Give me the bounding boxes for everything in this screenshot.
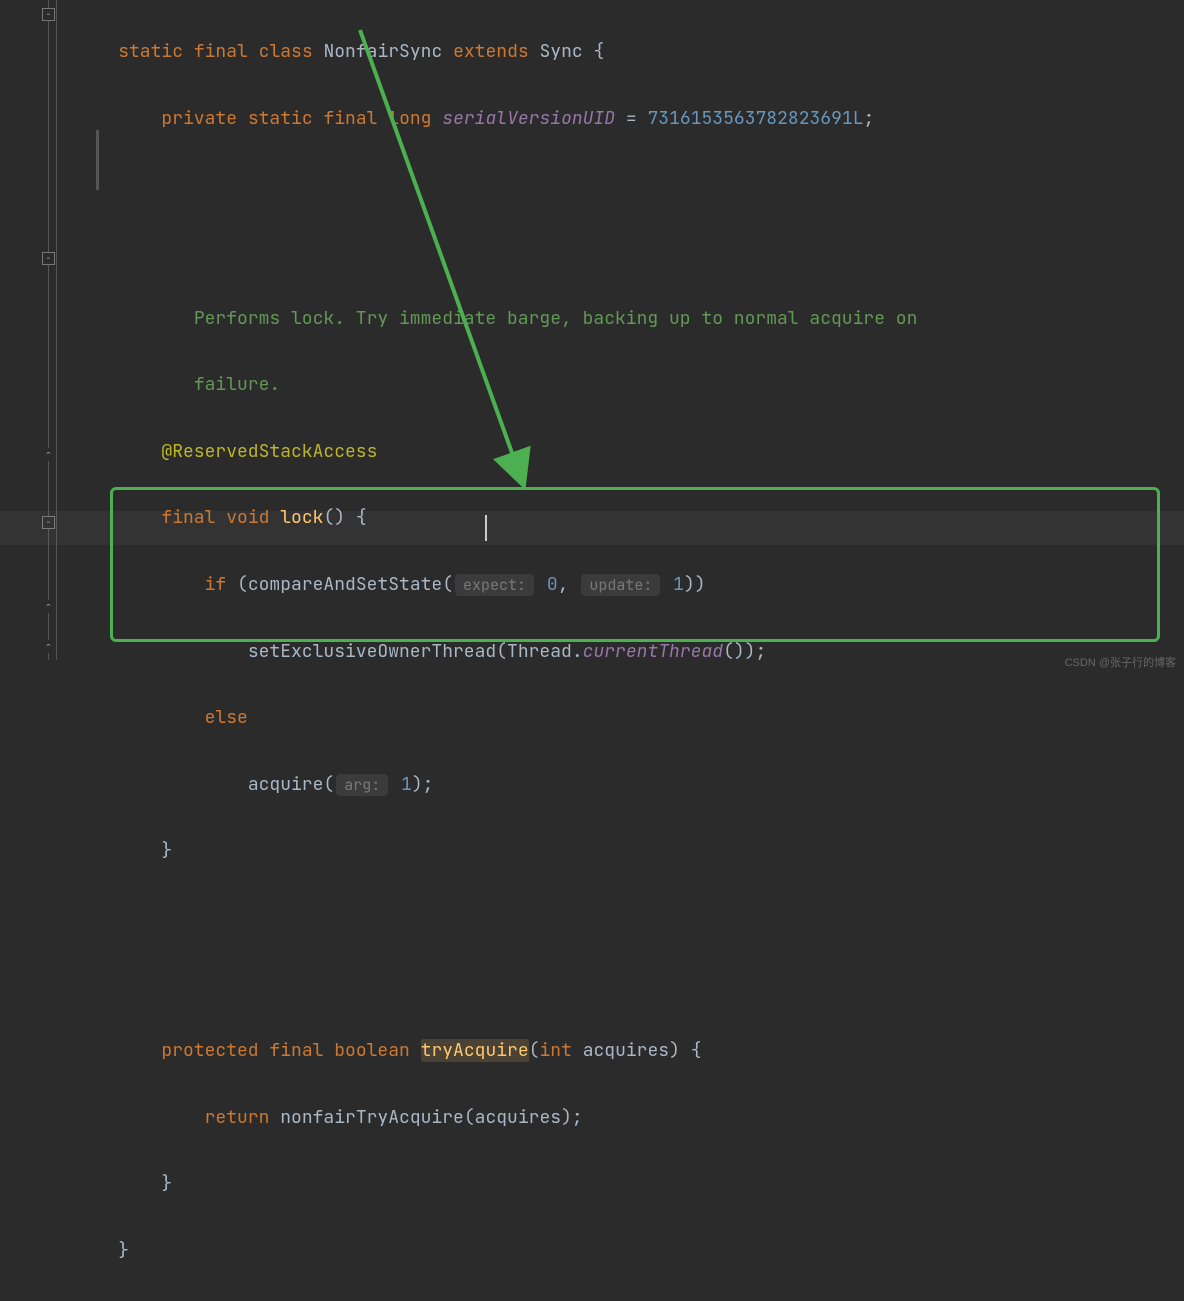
code-line: final void lock() {	[75, 501, 928, 534]
code-line: }	[75, 834, 928, 867]
blank-line	[75, 968, 928, 1001]
code-line: }	[75, 1234, 928, 1267]
code-line: }	[75, 1167, 928, 1200]
watermark: CSDN @张子行的博客	[1065, 653, 1176, 673]
code-line: private static final long serialVersionU…	[75, 102, 928, 135]
code-line: if (compareAndSetState(expect: 0, update…	[75, 568, 928, 601]
blank-line	[75, 235, 928, 268]
method-highlight: tryAcquire	[421, 1039, 529, 1062]
blank-line	[75, 901, 928, 934]
code-area[interactable]: static final class NonfairSync extends S…	[75, 2, 928, 1301]
fold-icon[interactable]: ⌃	[42, 448, 55, 461]
fold-icon[interactable]: −	[42, 252, 55, 265]
gutter-line-2	[56, 0, 57, 660]
doc-gutter-bar	[96, 130, 99, 190]
param-hint: arg:	[336, 774, 388, 796]
gutter-line	[48, 0, 49, 660]
code-line: else	[75, 701, 928, 734]
fold-icon[interactable]: ⌃	[42, 600, 55, 613]
fold-icon[interactable]: ⌃	[42, 640, 55, 653]
doc-comment: Performs lock. Try immediate barge, back…	[75, 302, 928, 335]
doc-comment: failure.	[75, 368, 928, 401]
blank-line	[75, 168, 928, 201]
code-line: static final class NonfairSync extends S…	[75, 35, 928, 68]
param-hint: update:	[581, 574, 660, 596]
editor-gutter: − − ⌃ − ⌃ ⌃	[0, 0, 70, 677]
fold-icon[interactable]: −	[42, 8, 55, 21]
code-line: return nonfairTryAcquire(acquires);	[75, 1101, 928, 1134]
param-hint: expect:	[455, 574, 534, 596]
code-line: setExclusiveOwnerThread(Thread.currentTh…	[75, 635, 928, 668]
code-line: @ReservedStackAccess	[75, 435, 928, 468]
code-line: acquire(arg: 1);	[75, 768, 928, 801]
code-line: protected final boolean tryAcquire(int a…	[75, 1034, 928, 1067]
